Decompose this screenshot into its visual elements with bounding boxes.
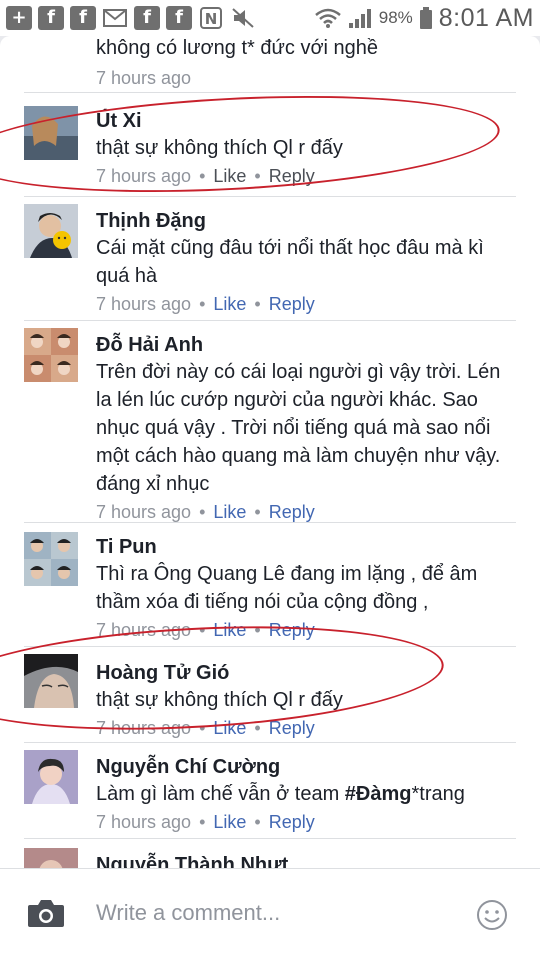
- comment-text: thật sự không thích Ql r đấy: [96, 137, 343, 159]
- comment-composer: [0, 868, 540, 960]
- like-link[interactable]: Like: [213, 166, 246, 186]
- reply-link[interactable]: Reply: [269, 166, 315, 186]
- comment-meta: 7 hours ago • Like • Reply: [96, 294, 315, 314]
- clock: 8:01 AM: [438, 3, 534, 32]
- like-link[interactable]: Like: [213, 502, 246, 522]
- comment-meta: 7 hours ago • Like • Reply: [96, 166, 315, 186]
- comment-text: Trên đời này có cái loại người gì vậy tr…: [96, 361, 501, 495]
- signal-icon: [347, 6, 373, 30]
- comment-author[interactable]: Đỗ Hải Anh: [96, 332, 510, 358]
- status-bar: + f f f f N 98% 8:01 AM: [0, 0, 540, 36]
- facebook-icon: f: [70, 6, 96, 30]
- reply-link[interactable]: Reply: [269, 812, 315, 832]
- svg-text:N: N: [205, 10, 218, 28]
- comment-time: 7 hours ago: [96, 502, 192, 522]
- comment-meta: 7 hours ago • Like • Reply: [96, 620, 315, 640]
- comment-meta: 7 hours ago • Like • Reply: [96, 812, 315, 832]
- comment-author[interactable]: Út Xi: [96, 108, 510, 134]
- divider: [24, 196, 516, 197]
- reply-link[interactable]: Reply: [269, 294, 315, 314]
- divider: [24, 742, 516, 743]
- comment-author[interactable]: Hoàng Tử Gió: [96, 660, 510, 686]
- avatar[interactable]: [24, 532, 78, 586]
- divider: [24, 522, 516, 523]
- nfc-icon: N: [198, 6, 224, 30]
- comment-text: Làm gì làm chế vẫn ở team #Đàmg*trang: [96, 780, 510, 808]
- reply-link[interactable]: Reply: [269, 620, 315, 640]
- avatar[interactable]: [24, 750, 78, 804]
- comment-input[interactable]: [96, 891, 456, 935]
- like-link[interactable]: Like: [213, 620, 246, 640]
- plus-square-icon: +: [6, 6, 32, 30]
- divider: [24, 646, 516, 647]
- comment-time: 7 hours ago: [96, 68, 192, 88]
- reply-link[interactable]: Reply: [269, 502, 315, 522]
- avatar[interactable]: [24, 328, 78, 382]
- mute-icon: [230, 6, 256, 30]
- comment-meta: 7 hours ago: [96, 66, 510, 90]
- wifi-icon: [314, 6, 341, 30]
- battery-icon: [419, 6, 433, 30]
- mail-icon: [102, 6, 128, 30]
- avatar[interactable]: [24, 106, 78, 160]
- like-link[interactable]: Like: [213, 718, 246, 738]
- comment-text: Thì ra Ông Quang Lê đang im lặng , để âm…: [96, 563, 478, 613]
- comment-time: 7 hours ago: [96, 620, 192, 640]
- divider: [24, 838, 516, 839]
- comments-panel[interactable]: không có lương t* đức với nghề 7 hours a…: [0, 36, 540, 960]
- comment-time: 7 hours ago: [96, 294, 192, 314]
- avatar[interactable]: [24, 204, 78, 258]
- comment-time: 7 hours ago: [96, 166, 192, 186]
- like-link[interactable]: Like: [213, 812, 246, 832]
- battery-percent: 98%: [378, 8, 413, 27]
- comment-author[interactable]: Ti Pun: [96, 534, 510, 560]
- comment-text: Cái mặt cũng đâu tới nổi thất học đâu mà…: [96, 237, 484, 287]
- facebook-icon: f: [134, 6, 160, 30]
- like-link[interactable]: Like: [213, 294, 246, 314]
- comment-text: thật sự không thích Ql r đấy: [96, 689, 343, 711]
- emoji-icon[interactable]: [476, 899, 508, 931]
- comment-author[interactable]: Thịnh Đặng: [96, 208, 510, 234]
- facebook-icon: f: [38, 6, 64, 30]
- comment-text-end: *trang: [411, 783, 465, 805]
- facebook-icon: f: [166, 6, 192, 30]
- hashtag-link[interactable]: #Đàmg: [345, 783, 412, 805]
- comment-time: 7 hours ago: [96, 812, 192, 832]
- comment-time: 7 hours ago: [96, 718, 192, 738]
- comment-meta: 7 hours ago • Like • Reply: [96, 718, 315, 738]
- comment-text-start: Làm gì làm chế vẫn ở team: [96, 783, 345, 805]
- avatar[interactable]: [24, 654, 78, 708]
- comment-author[interactable]: Nguyễn Chí Cường: [96, 754, 510, 780]
- notification-icons: + f f f f N: [6, 6, 256, 30]
- reply-link[interactable]: Reply: [269, 718, 315, 738]
- divider: [24, 320, 516, 321]
- divider: [24, 92, 516, 93]
- camera-icon[interactable]: [26, 897, 66, 929]
- comment-text: không có lương t* đức với nghề: [96, 37, 379, 59]
- comment-meta: 7 hours ago • Like • Reply: [96, 502, 315, 522]
